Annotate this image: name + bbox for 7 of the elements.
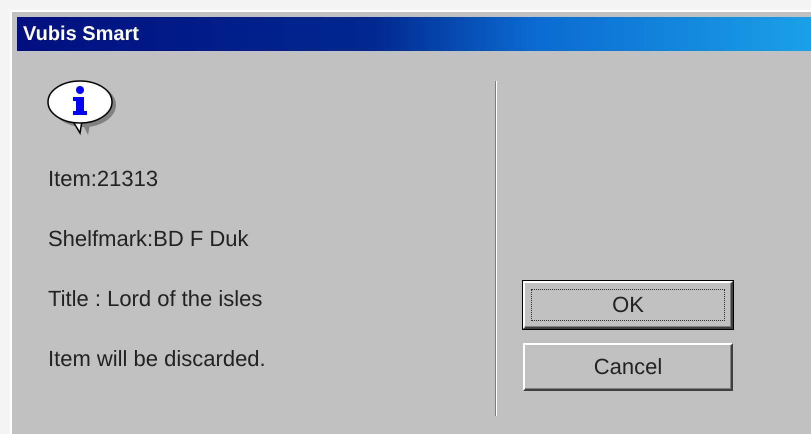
- cancel-button[interactable]: Cancel: [523, 343, 733, 391]
- message-text: Title : Lord of the isles: [48, 285, 262, 313]
- message-text: Item:21313: [48, 165, 158, 193]
- ok-button[interactable]: OK: [523, 281, 733, 329]
- message-text: Shelfmark:BD F Duk: [48, 225, 248, 253]
- message-text: Item will be discarded.: [48, 345, 266, 373]
- window-title: Vubis Smart: [23, 22, 139, 46]
